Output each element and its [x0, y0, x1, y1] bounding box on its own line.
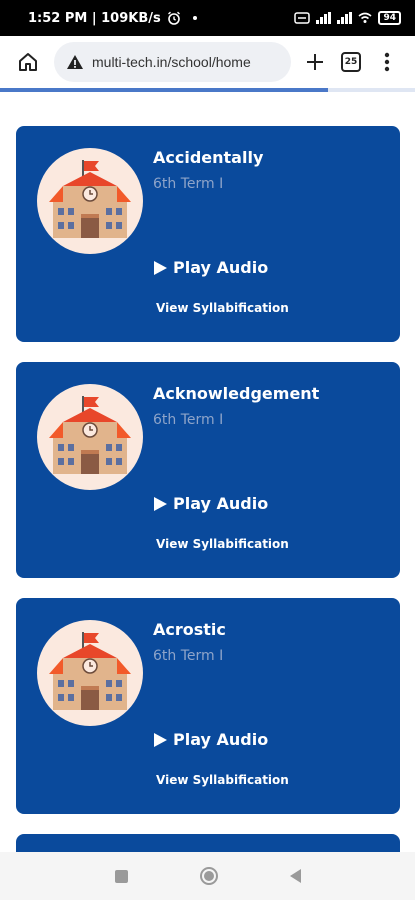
- alarm-icon: [167, 11, 180, 25]
- url-bar[interactable]: multi-tech.in/school/home: [54, 42, 291, 82]
- play-audio-label: Play Audio: [173, 494, 269, 513]
- menu-button[interactable]: [369, 44, 405, 80]
- data-saver-icon: [294, 12, 311, 24]
- more-vert-icon: [384, 52, 390, 72]
- status-bar: 1:52 PM | 109KB/s 94: [0, 0, 415, 36]
- view-syllabification-link[interactable]: View Syllabification: [156, 301, 289, 315]
- word-card-partial[interactable]: [16, 834, 400, 852]
- status-time-speed: 1:52 PM | 109KB/s: [28, 10, 161, 26]
- recents-button[interactable]: [114, 869, 128, 883]
- url-text[interactable]: multi-tech.in/school/home: [92, 54, 251, 70]
- play-audio-label: Play Audio: [173, 258, 269, 277]
- view-syllabification-link[interactable]: View Syllabification: [156, 773, 289, 787]
- word-title: Acknowledgement: [153, 384, 320, 403]
- warning-icon[interactable]: [66, 54, 84, 70]
- tab-count: 25: [344, 57, 358, 67]
- play-audio-button[interactable]: Play Audio: [154, 730, 268, 749]
- home-icon: [19, 53, 37, 71]
- school-building-icon: [37, 620, 143, 726]
- page-content[interactable]: Accidentally 6th Term I Play Audio View …: [0, 92, 415, 852]
- tab-count-icon: 25: [341, 52, 361, 72]
- home-button[interactable]: [10, 44, 46, 80]
- play-icon: [154, 496, 167, 511]
- word-card[interactable]: Acrostic 6th Term I Play Audio View Syll…: [16, 598, 400, 814]
- plus-icon: [307, 54, 323, 70]
- word-card[interactable]: Accidentally 6th Term I Play Audio View …: [16, 126, 400, 342]
- play-icon: [154, 732, 167, 747]
- home-nav-button[interactable]: [199, 867, 218, 885]
- play-audio-button[interactable]: Play Audio: [154, 258, 268, 277]
- word-card[interactable]: Acknowledgement 6th Term I Play Audio Vi…: [16, 362, 400, 578]
- battery-icon: 94: [378, 11, 401, 25]
- new-tab-button[interactable]: [297, 44, 333, 80]
- status-left: 1:52 PM | 109KB/s: [28, 11, 294, 26]
- play-audio-label: Play Audio: [173, 730, 269, 749]
- wifi-icon: [358, 12, 372, 23]
- word-term: 6th Term I: [153, 412, 224, 428]
- word-term: 6th Term I: [153, 648, 224, 664]
- notification-dot: [192, 16, 197, 20]
- view-syllabification-link[interactable]: View Syllabification: [156, 537, 289, 551]
- battery-level: 94: [383, 13, 396, 23]
- tab-switcher-button[interactable]: 25: [333, 44, 369, 80]
- play-audio-button[interactable]: Play Audio: [154, 494, 268, 513]
- school-building-icon: [37, 384, 143, 490]
- school-building-icon: [37, 148, 143, 254]
- signal-icon: [316, 12, 332, 24]
- system-nav-bar: [0, 852, 415, 900]
- status-right: 94: [294, 11, 401, 25]
- play-icon: [154, 260, 167, 275]
- browser-toolbar: multi-tech.in/school/home 25: [0, 36, 415, 88]
- signal-icon-2: [337, 12, 353, 24]
- word-title: Acrostic: [153, 620, 226, 639]
- word-term: 6th Term I: [153, 176, 224, 192]
- back-button[interactable]: [289, 869, 301, 883]
- word-title: Accidentally: [153, 148, 264, 167]
